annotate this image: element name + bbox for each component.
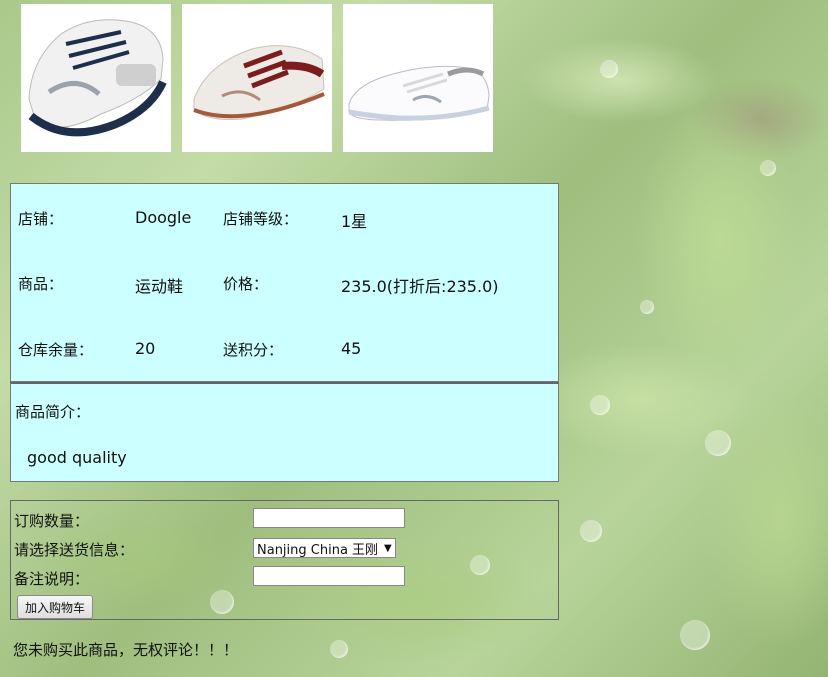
- price-value: 235.0(打折后:235.0): [341, 277, 499, 296]
- description-title: 商品简介：: [15, 403, 91, 421]
- product-gallery: [21, 4, 493, 152]
- shop-level-label: 店铺等级：: [223, 210, 299, 228]
- description-text: good quality: [27, 448, 127, 467]
- points-value: 45: [341, 339, 362, 358]
- chevron-down-icon: ▼: [384, 542, 392, 554]
- product-info-panel: 店铺： Doogle 店铺等级： 1星 商品： 运动鞋 价格： 235.0(打折…: [10, 183, 559, 382]
- remark-label: 备注说明：: [14, 570, 90, 588]
- shop-label: 店铺：: [18, 210, 64, 228]
- product-label: 商品：: [18, 275, 64, 293]
- shop-level-value: 1星: [341, 212, 368, 231]
- stock-label: 仓库余量：: [18, 341, 94, 359]
- quantity-label: 订购数量：: [14, 512, 90, 530]
- product-description-panel: 商品简介： good quality: [10, 382, 559, 482]
- shop-name: Doogle: [135, 208, 192, 227]
- quantity-input[interactable]: [253, 508, 405, 528]
- comment-notice: 您未购买此商品，无权评论！！！: [13, 641, 239, 659]
- remark-input[interactable]: [253, 566, 405, 586]
- delivery-label: 请选择送货信息：: [14, 541, 135, 559]
- product-thumbnail[interactable]: [343, 4, 493, 152]
- order-form: 订购数量： 请选择送货信息： Nanjing China 王刚 ▼ 备注说明： …: [10, 500, 559, 620]
- delivery-selected-value: Nanjing China 王刚: [257, 542, 379, 558]
- price-label: 价格：: [223, 275, 269, 293]
- product-thumbnail[interactable]: [182, 4, 332, 152]
- delivery-select[interactable]: Nanjing China 王刚 ▼: [253, 538, 396, 558]
- stock-value: 20: [135, 339, 156, 358]
- add-to-cart-button[interactable]: 加入购物车: [17, 595, 94, 619]
- product-name: 运动鞋: [135, 277, 184, 296]
- points-label: 送积分：: [223, 341, 284, 359]
- product-thumbnail[interactable]: [21, 4, 171, 152]
